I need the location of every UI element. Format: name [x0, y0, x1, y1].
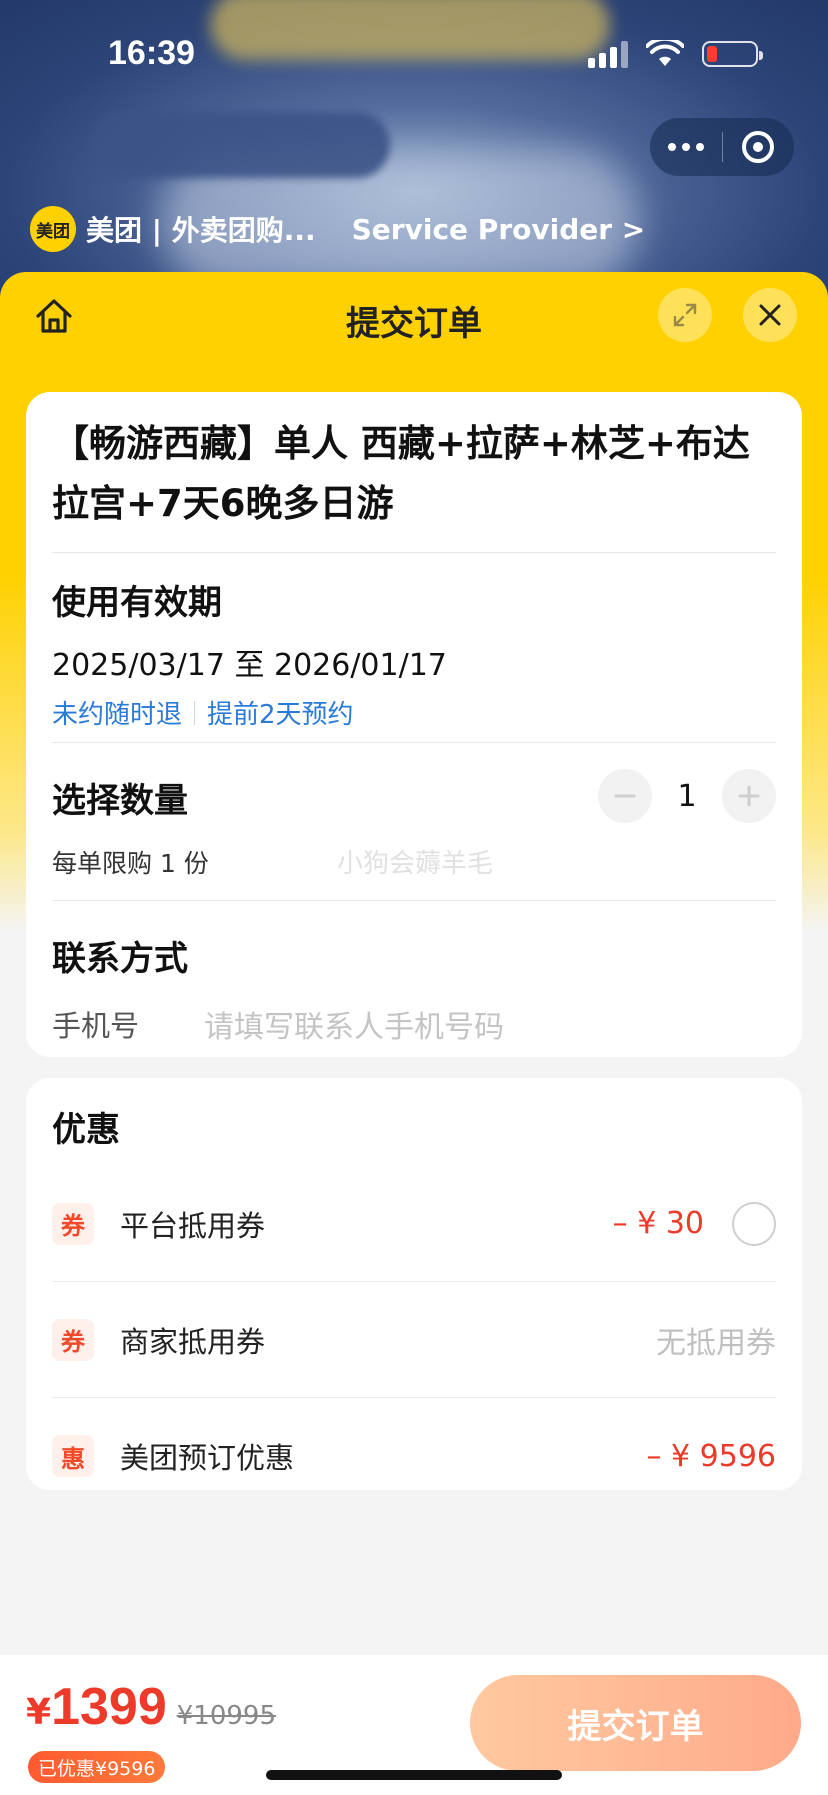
validity-tags: 未约随时退 提前2天预约: [52, 694, 776, 731]
contact-title: 联系方式: [52, 939, 188, 979]
original-price: ¥10995: [176, 1701, 277, 1731]
discount-title: 优惠: [52, 1110, 120, 1150]
coupon-badge: 券: [52, 1318, 94, 1361]
discount-amount: 无抵用券: [656, 1325, 776, 1361]
close-miniprogram-icon[interactable]: [723, 131, 795, 163]
phone-label: 手机号: [52, 1009, 140, 1043]
coupon-radio[interactable]: [732, 1201, 776, 1246]
phone-row: 手机号 请填写联系人手机号码: [52, 1002, 776, 1046]
signal-icon: [588, 40, 628, 68]
provider-row[interactable]: 美团 美团 | 外卖团购... Service Provider >: [30, 206, 645, 252]
expand-icon: [673, 303, 697, 327]
order-sheet: 提交订单 【畅游西藏】单人 西藏+拉萨+林芝+布达拉宫+7天6晚多日游 使用有效…: [0, 272, 828, 1795]
submit-order-button[interactable]: 提交订单: [470, 1675, 801, 1771]
close-button[interactable]: [743, 288, 797, 342]
saved-badge: 已优惠¥9596: [28, 1751, 166, 1783]
validity-section: 使用有效期 2025/03/17 至 2026/01/17 未约随时退 提前2天…: [52, 553, 776, 743]
home-indicator: [266, 1770, 562, 1780]
discount-amount: – ¥ 30: [612, 1206, 704, 1241]
refund-tag: 未约随时退: [52, 700, 183, 730]
discount-card: 优惠 券 平台抵用券 – ¥ 30 券 商家抵用券 无抵用券 惠 美团预订优惠 …: [26, 1078, 802, 1490]
watermark-text: 小狗会薅羊毛: [337, 849, 494, 879]
discount-label: 商家抵用券: [120, 1324, 266, 1359]
phone-input[interactable]: 请填写联系人手机号码: [204, 1002, 504, 1046]
decrease-button[interactable]: [598, 769, 652, 823]
sheet-header: 提交订单: [0, 272, 828, 362]
contact-section: 联系方式 手机号 请填写联系人手机号码: [52, 901, 776, 1046]
expand-button[interactable]: [658, 288, 712, 342]
discount-badge: 惠: [52, 1435, 94, 1477]
platform-coupon-row[interactable]: 券 平台抵用券 – ¥ 30: [52, 1166, 776, 1282]
discount-label: 美团预订优惠: [120, 1441, 295, 1475]
status-time: 16:39: [108, 34, 195, 72]
meituan-logo: 美团: [30, 206, 76, 252]
coupon-badge: 券: [52, 1202, 94, 1245]
discount-label: 平台抵用券: [120, 1208, 266, 1243]
order-detail-card: 【畅游西藏】单人 西藏+拉萨+林芝+布达拉宫+7天6晚多日游 使用有效期 202…: [26, 392, 802, 1057]
quantity-value: 1: [677, 778, 697, 814]
discount-amount: – ¥ 9596: [646, 1438, 776, 1474]
close-icon: [759, 304, 781, 326]
minus-icon: [614, 794, 636, 798]
battery-icon: [702, 41, 763, 67]
currency-symbol: ¥: [26, 1692, 52, 1733]
validity-title: 使用有效期: [52, 583, 222, 623]
quantity-stepper: 1: [598, 769, 776, 823]
price-value: 1399: [51, 1678, 167, 1736]
quantity-section: 选择数量 每单限购 1 份 小狗会薅羊毛 1: [52, 743, 776, 901]
increase-button[interactable]: [722, 769, 776, 823]
validity-dates: 2025/03/17 至 2026/01/17: [52, 648, 447, 683]
service-provider-link[interactable]: Service Provider >: [352, 213, 646, 246]
booking-tag: 提前2天预约: [207, 700, 354, 730]
provider-name: 美团 | 外卖团购...: [86, 214, 316, 247]
product-title: 【畅游西藏】单人 西藏+拉萨+林芝+布达拉宫+7天6晚多日游: [52, 392, 776, 553]
merchant-coupon-row[interactable]: 券 商家抵用券 无抵用券: [52, 1282, 776, 1398]
plus-icon: [738, 785, 760, 807]
wifi-icon: [646, 40, 684, 66]
more-icon[interactable]: [650, 143, 722, 151]
status-icons: [588, 40, 763, 68]
meituan-booking-discount-row: 惠 美团预订优惠 – ¥ 9596: [52, 1398, 776, 1514]
miniprogram-capsule: [650, 118, 794, 176]
total-price: ¥ 1399 ¥10995: [26, 1677, 276, 1737]
